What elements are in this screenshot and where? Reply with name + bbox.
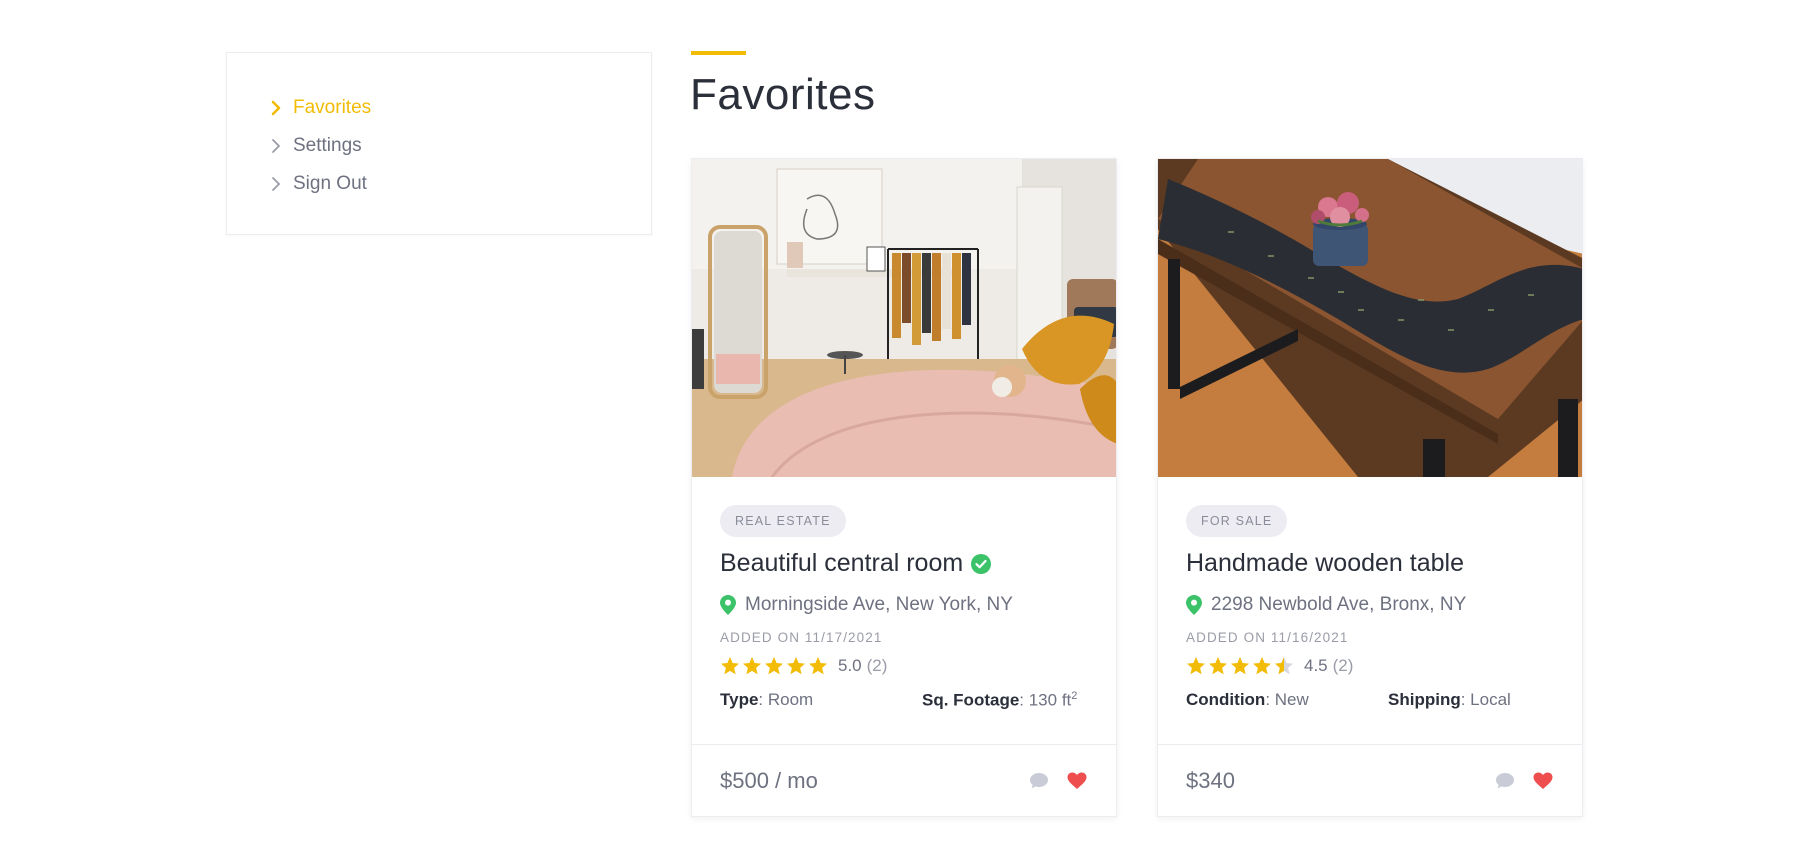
wooden-table-photo — [1158, 159, 1582, 477]
star-full-icon — [1209, 657, 1227, 675]
listing-footer: $340 — [1158, 745, 1582, 816]
meta-type: Type: Room — [720, 690, 922, 711]
sidebar-item-label: Sign Out — [293, 173, 367, 194]
sidebar-item-favorites[interactable]: Favorites — [265, 89, 613, 127]
star-full-icon — [787, 657, 805, 675]
listing-title[interactable]: Beautiful central room — [720, 549, 1088, 578]
map-pin-icon — [1186, 595, 1202, 615]
meta-value: : Room — [758, 690, 814, 709]
listing-actions — [1478, 770, 1554, 792]
chevron-right-icon — [265, 135, 287, 157]
rating-count: (2) — [1332, 656, 1354, 675]
listing-body: REAL ESTATE Beautiful central room Morni… — [692, 477, 1116, 745]
map-pin-icon — [720, 595, 736, 615]
sidebar-item-sign-out[interactable]: Sign Out — [265, 165, 613, 203]
title-accent-bar — [691, 51, 746, 55]
star-full-icon — [1231, 657, 1249, 675]
comment-icon[interactable] — [1494, 770, 1516, 792]
listing-title-text[interactable]: Handmade wooden table — [1186, 549, 1464, 578]
meta-value: : New — [1265, 690, 1309, 709]
listing-title-text[interactable]: Beautiful central room — [720, 549, 963, 578]
chevron-right-icon — [265, 97, 287, 119]
rating-stars — [1186, 656, 1296, 676]
bedroom-photo — [692, 159, 1116, 477]
listing-image-wooden-table[interactable] — [1158, 159, 1582, 477]
meta-label: Type — [720, 690, 759, 709]
sidebar-item-label: Favorites — [293, 97, 372, 118]
meta-shipping: Shipping: Local — [1388, 690, 1511, 710]
star-full-icon — [743, 657, 761, 675]
chevron-right-icon — [265, 173, 287, 195]
location-text: 2298 Newbold Ave, Bronx, NY — [1211, 594, 1467, 615]
listing-card: FOR SALE Handmade wooden table 2298 Newb… — [1157, 158, 1583, 817]
meta-condition: Condition: New — [1186, 690, 1388, 710]
listing-price: $500 / mo — [720, 767, 818, 793]
listing-image-bedroom[interactable] — [692, 159, 1116, 477]
rating-row: 4.5 (2) — [1186, 656, 1554, 676]
star-full-icon — [1253, 657, 1271, 675]
listing-location: Morningside Ave, New York, NY — [720, 594, 1088, 616]
meta-value: : 130 ft — [1019, 690, 1072, 710]
listing-card: REAL ESTATE Beautiful central room Morni… — [691, 158, 1117, 817]
verified-check-icon — [971, 553, 992, 574]
rating-value: 5.0 — [838, 656, 862, 675]
star-full-icon — [809, 657, 827, 675]
category-badge[interactable]: REAL ESTATE — [720, 505, 846, 537]
added-date: ADDED ON 11/17/2021 — [720, 630, 883, 645]
rating-stars — [720, 656, 830, 676]
listing-meta: Type: Room Sq. Footage: 130 ft2 — [720, 690, 1088, 711]
meta-label: Sq. Footage — [922, 690, 1020, 710]
listing-price: $340 — [1186, 767, 1235, 793]
comment-icon[interactable] — [1028, 770, 1050, 792]
heart-icon[interactable] — [1066, 770, 1088, 792]
account-sidebar: Favorites Settings Sign Out — [226, 52, 652, 235]
star-full-icon — [1187, 657, 1205, 675]
location-text: Morningside Ave, New York, NY — [745, 594, 1013, 615]
heart-icon[interactable] — [1532, 770, 1554, 792]
listing-location: 2298 Newbold Ave, Bronx, NY — [1186, 594, 1554, 616]
category-badge[interactable]: FOR SALE — [1186, 505, 1288, 537]
star-half-icon — [1275, 657, 1293, 675]
rating-count: (2) — [866, 656, 888, 675]
star-full-icon — [721, 657, 739, 675]
listing-meta: Condition: New Shipping: Local — [1186, 690, 1554, 710]
listing-body: FOR SALE Handmade wooden table 2298 Newb… — [1158, 477, 1582, 745]
added-date: ADDED ON 11/16/2021 — [1186, 630, 1349, 645]
meta-unit-superscript: 2 — [1071, 690, 1078, 702]
listing-actions — [1012, 770, 1088, 792]
rating-row: 5.0 (2) — [720, 656, 1088, 676]
page-title: Favorites — [690, 70, 876, 119]
listing-footer: $500 / mo — [692, 745, 1116, 816]
meta-sq-footage: Sq. Footage: 130 ft2 — [922, 690, 1077, 711]
meta-value: : Local — [1460, 690, 1511, 709]
meta-label: Shipping — [1388, 690, 1461, 709]
star-full-icon — [765, 657, 783, 675]
sidebar-item-label: Settings — [293, 135, 362, 156]
sidebar-item-settings[interactable]: Settings — [265, 127, 613, 165]
listing-title[interactable]: Handmade wooden table — [1186, 549, 1554, 578]
rating-value: 4.5 — [1304, 656, 1328, 675]
meta-label: Condition — [1186, 690, 1266, 709]
